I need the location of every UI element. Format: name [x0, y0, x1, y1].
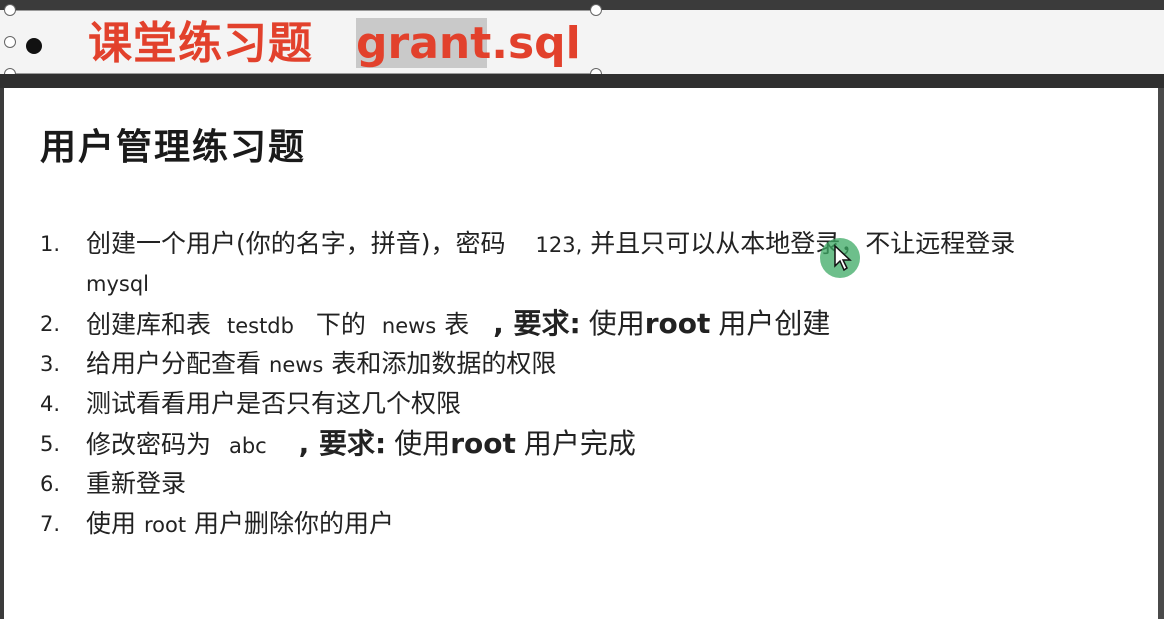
list-item-1-continuation: mysql: [86, 272, 149, 296]
resize-handle-top-left[interactable]: [4, 4, 16, 16]
mouse-cursor-icon: [834, 244, 852, 272]
resize-handle-top-middle[interactable]: [590, 4, 602, 16]
resize-handle-middle-left[interactable]: [4, 36, 16, 48]
title-filename[interactable]: grant.sql: [356, 14, 581, 74]
slide-heading: 用户管理练习题: [40, 127, 307, 168]
divider: [0, 74, 1164, 88]
title-chinese[interactable]: 课堂练习题: [88, 14, 313, 74]
scrollbar[interactable]: [1158, 88, 1164, 619]
bullet-icon: [26, 38, 42, 54]
